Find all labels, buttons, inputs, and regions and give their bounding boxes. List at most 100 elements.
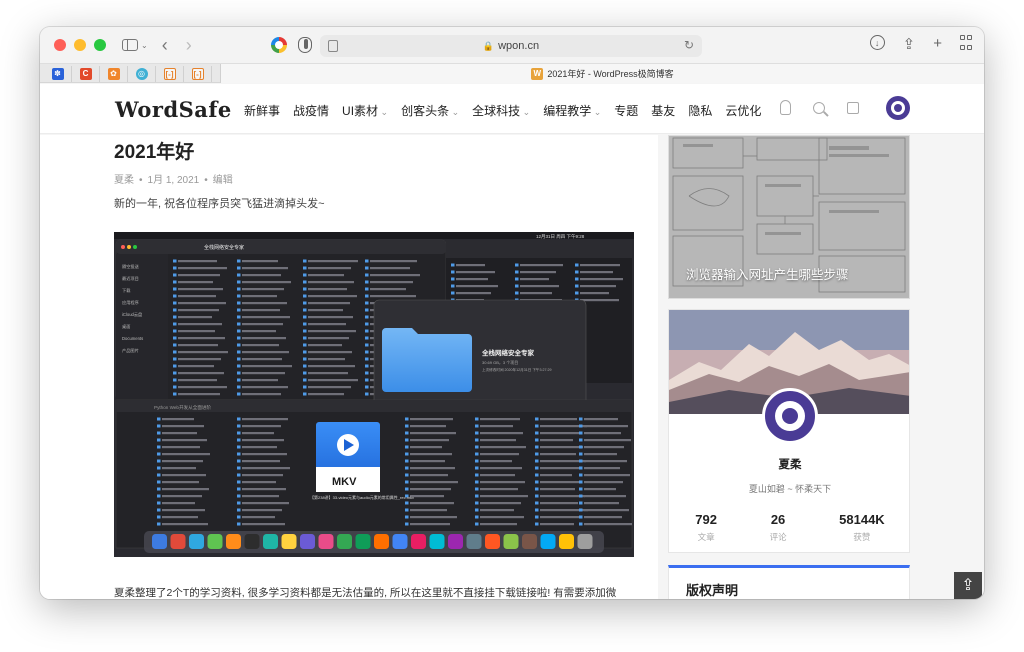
file-row [540, 481, 582, 484]
minimize-button[interactable] [74, 39, 86, 51]
sidebar-toggle-icon[interactable]: ⌄ [122, 39, 148, 51]
favorite-bracket-icon-2[interactable]: [-] [184, 66, 212, 82]
file-row [242, 323, 283, 326]
edit-icon[interactable] [847, 101, 859, 114]
file-row [242, 372, 285, 375]
file-row [308, 267, 351, 270]
tab-active[interactable]: W 2021年好 - WordPress极简博客 [220, 64, 984, 83]
lightbulb-icon[interactable] [780, 100, 791, 115]
file-row [242, 488, 286, 491]
nav-item-7[interactable]: 基友 [651, 102, 675, 119]
lock-icon: 🔒 [482, 40, 495, 51]
reload-icon[interactable]: ↻ [684, 38, 694, 52]
folder-icon [237, 445, 241, 449]
folder-icon [405, 445, 409, 449]
folder-icon [237, 480, 241, 484]
folder-icon [303, 343, 307, 347]
file-row [242, 281, 291, 284]
favorite-orange-icon[interactable]: ✿ [100, 66, 128, 82]
nav-item-0[interactable]: 新鲜事 [244, 102, 280, 119]
forward-icon[interactable]: › [186, 35, 192, 56]
tab-overview-icon[interactable] [960, 35, 972, 53]
folder-icon [451, 284, 455, 288]
folder-icon [237, 431, 241, 435]
profile-avatar[interactable] [762, 388, 818, 444]
reader-icon[interactable] [328, 40, 338, 52]
file-row [162, 509, 205, 512]
folder-icon [303, 280, 307, 284]
post-title: 2021年好 [114, 142, 195, 163]
favorite-paw-icon[interactable]: ✽ [44, 66, 72, 82]
file-row [242, 295, 277, 298]
folder-icon [535, 459, 539, 463]
folder-icon [515, 277, 519, 281]
new-tab-icon[interactable]: + [933, 35, 942, 53]
github-icon [891, 101, 905, 115]
back-icon[interactable]: ‹ [162, 35, 168, 56]
zoom-button[interactable] [94, 39, 106, 51]
folder-icon [475, 424, 479, 428]
close-button[interactable] [54, 39, 66, 51]
file-row [178, 309, 219, 312]
file-row [540, 467, 579, 470]
back-to-top-button[interactable]: ⇪ [954, 572, 982, 599]
share-icon[interactable]: ⇪ [903, 35, 916, 53]
traffic-lights [54, 39, 106, 51]
post-edit-link[interactable]: 编辑 [213, 175, 233, 186]
file-row [480, 502, 521, 505]
post-image[interactable]: 12月31日 周四 下午9:28 全栈网络安全专家 隔空投送 最近项目 下载 应用程序… [114, 232, 634, 557]
favorite-blue-circle-icon[interactable]: ◎ [128, 66, 156, 82]
folder-icon [579, 466, 583, 470]
file-row [242, 309, 280, 312]
favorite-bracket-icon-1[interactable]: [-] [156, 66, 184, 82]
file-row [410, 523, 450, 526]
nav-item-2[interactable]: UI素材 [342, 102, 388, 119]
favorite-c-icon[interactable]: C [72, 66, 100, 82]
folder-icon [365, 322, 369, 326]
folder-icon [405, 452, 409, 456]
folder-icon [535, 494, 539, 498]
folder-icon [475, 417, 479, 421]
file-row [410, 509, 447, 512]
file-row [410, 495, 444, 498]
file-row [370, 288, 406, 291]
user-avatar[interactable] [886, 96, 910, 120]
folder-icon [515, 270, 519, 274]
dock-app-icon [318, 534, 334, 549]
file-row [580, 292, 609, 295]
folder-icon [237, 392, 241, 396]
nav-item-3[interactable]: 创客头条 [401, 102, 459, 119]
file-row [410, 425, 446, 428]
folder-icon [365, 266, 369, 270]
file-row [162, 488, 209, 491]
nav-item-8[interactable]: 隐私 [688, 102, 712, 119]
folder-icon [303, 357, 307, 361]
extension-shield-icon[interactable] [298, 37, 312, 53]
info-folder-name: 全栈网络安全专家 [481, 348, 535, 357]
profile-motto: 夏山如碧 ~ 怀柔天下 [748, 484, 832, 494]
downloads-icon[interactable]: ↓ [869, 35, 885, 50]
search-icon[interactable] [813, 101, 825, 114]
post-author[interactable]: 夏柔 [114, 175, 134, 186]
nav-item-9[interactable]: 云优化 [725, 102, 761, 119]
extension-color-icon[interactable] [271, 37, 287, 53]
folder-icon [237, 259, 241, 263]
featured-post-card[interactable]: 浏览器输入网址产生哪些步骤 [668, 135, 910, 299]
nav-item-6[interactable]: 专题 [614, 102, 638, 119]
dock-app-icon [485, 534, 500, 549]
file-row [410, 418, 453, 421]
nav-item-4[interactable]: 全球科技 [472, 102, 530, 119]
address-bar[interactable]: 🔒 wpon.cn ↻ [320, 35, 702, 57]
file-row [308, 323, 346, 326]
file-row [540, 453, 576, 456]
nav-item-1[interactable]: 战疫情 [293, 102, 329, 119]
featured-post-caption[interactable]: 浏览器输入网址产生哪些步骤 [686, 264, 849, 283]
nav-item-5[interactable]: 编程教学 [543, 102, 601, 119]
file-row [584, 446, 624, 449]
folder-icon [515, 291, 519, 295]
menubar-time: 12月31日 周四 下午9:28 [536, 233, 585, 240]
file-row [584, 474, 630, 477]
browser-window: ⌄ ‹ › 🔒 wpon.cn ↻ ↓ ⇪ + ✽ C ✿ ◎ [-] [-] … [40, 27, 984, 599]
folder-icon [579, 487, 583, 491]
site-logo[interactable]: WordSafe [115, 97, 232, 122]
